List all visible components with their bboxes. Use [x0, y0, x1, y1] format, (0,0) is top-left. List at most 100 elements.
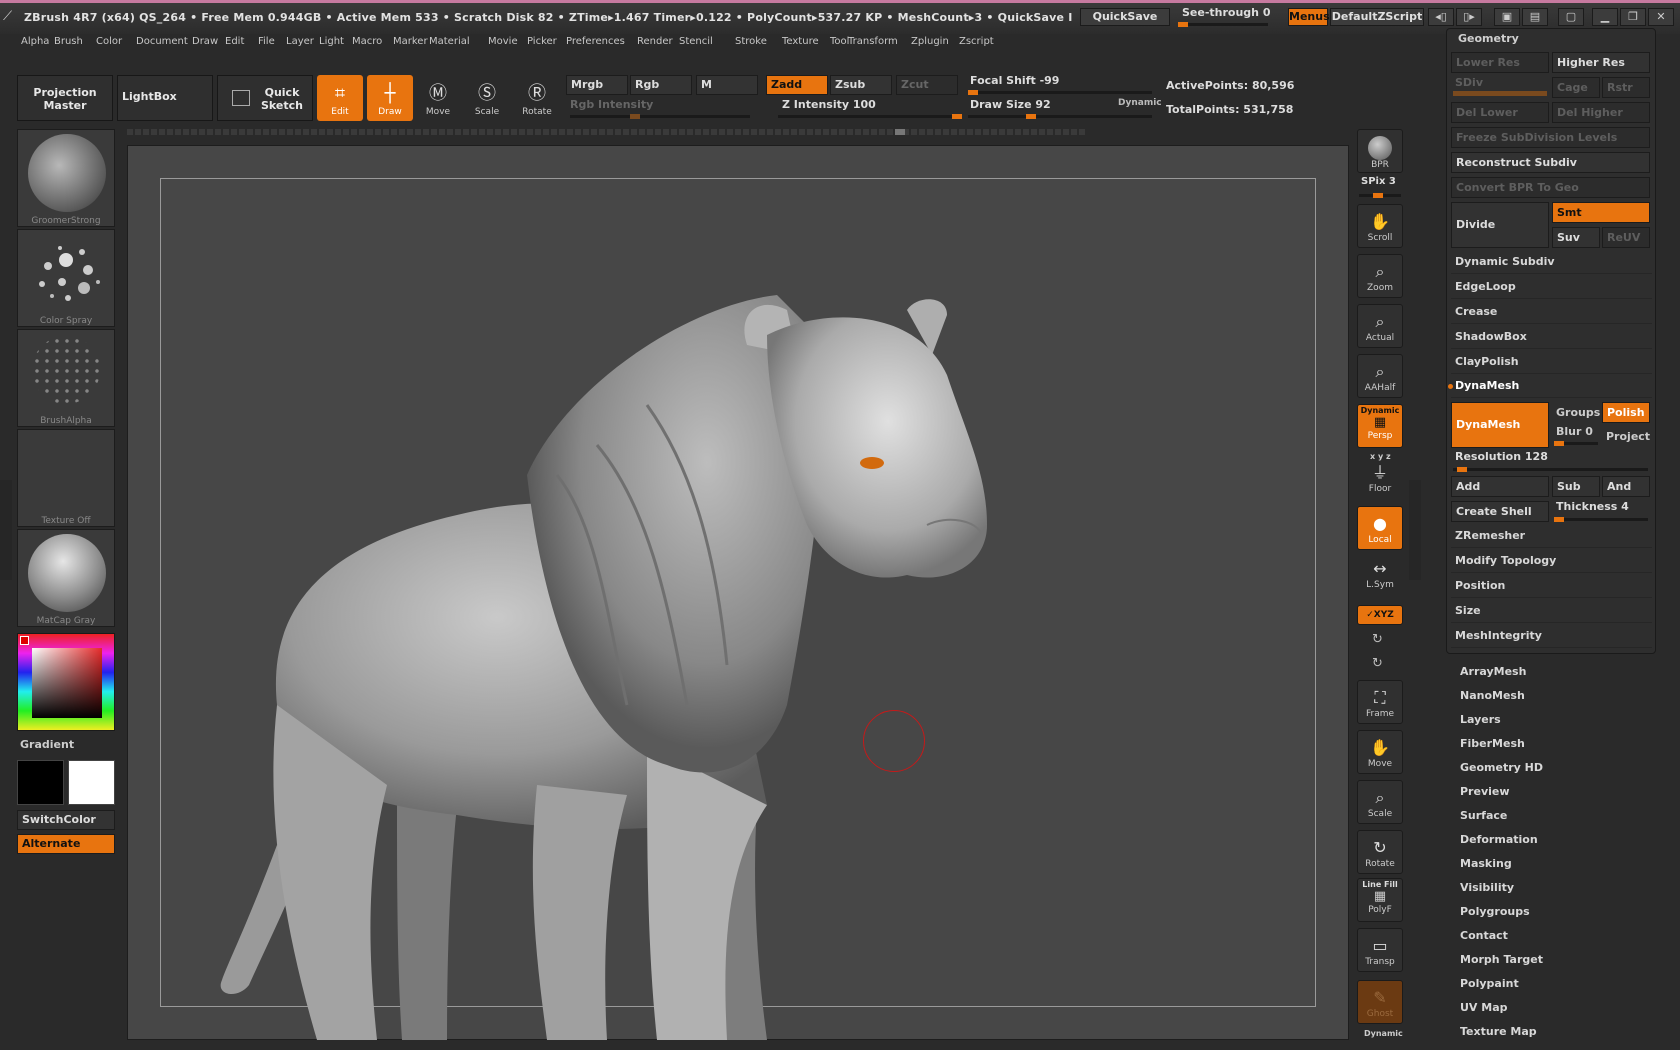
edit-button[interactable]: ⌗ Edit [317, 75, 363, 121]
subpalette-surface[interactable]: Surface [1460, 809, 1507, 822]
position-section[interactable]: Position [1451, 574, 1652, 598]
polish-toggle[interactable]: Polish [1602, 402, 1650, 423]
zadd-button[interactable]: Zadd [766, 75, 828, 95]
higher-res-button[interactable]: Higher Res [1552, 52, 1650, 73]
menu-brush[interactable]: Brush [50, 34, 87, 49]
rotate-view-button[interactable]: ↻ Rotate [1357, 830, 1403, 874]
menu-edit[interactable]: Edit [221, 34, 248, 49]
layout-b-icon[interactable]: ▤ [1522, 8, 1548, 26]
menu-stencil[interactable]: Stencil [675, 34, 717, 49]
menu-picker[interactable]: Picker [523, 34, 561, 49]
menu-stroke[interactable]: Stroke [731, 34, 771, 49]
subpalette-arraymesh[interactable]: ArrayMesh [1460, 665, 1526, 678]
floor-button[interactable]: ⏚ Floor [1357, 462, 1403, 498]
menu-layer[interactable]: Layer [282, 34, 318, 49]
divide-button[interactable]: Divide [1451, 202, 1549, 248]
lion-sculpt-model[interactable] [127, 145, 1349, 1040]
rgb-intensity-slider[interactable]: Rgb Intensity [566, 98, 756, 120]
frame-button[interactable]: ⛶ Frame [1357, 680, 1403, 724]
crease-section[interactable]: Crease [1451, 300, 1652, 324]
minimize-icon[interactable]: ▁ [1592, 8, 1618, 26]
brush-thumbnail[interactable]: GroomerStrong [17, 129, 115, 227]
subpalette-preview[interactable]: Preview [1460, 785, 1510, 798]
add-button[interactable]: Add [1451, 476, 1549, 497]
dynamesh-button[interactable]: DynaMesh [1451, 402, 1549, 448]
reuv-button[interactable]: ReUV [1602, 227, 1650, 248]
persp-button[interactable]: Dynamic ▦ Persp [1357, 404, 1403, 448]
del-lower-button[interactable]: Del Lower [1451, 102, 1549, 123]
subpalette-layers[interactable]: Layers [1460, 713, 1501, 726]
scale-view-button[interactable]: ⌕ Scale [1357, 780, 1403, 824]
move-view-button[interactable]: ✋ Move [1357, 730, 1403, 774]
subpalette-fibermesh[interactable]: FiberMesh [1460, 737, 1525, 750]
m-button[interactable]: M [696, 75, 758, 95]
scale-button[interactable]: Ⓢ Scale [464, 75, 510, 121]
geometry-header[interactable]: Geometry [1458, 32, 1519, 45]
focal-shift-slider[interactable]: Focal Shift -99 [966, 74, 1156, 96]
actual-button[interactable]: ⌕ Actual [1357, 304, 1403, 348]
menu-light[interactable]: Light [315, 34, 348, 49]
claypolish-section[interactable]: ClayPolish [1451, 350, 1652, 374]
resolution-slider[interactable]: Resolution 128 [1451, 450, 1650, 472]
and-button[interactable]: And [1602, 476, 1650, 497]
subpalette-masking[interactable]: Masking [1460, 857, 1512, 870]
menu-zscript[interactable]: Zscript [955, 34, 998, 49]
ghost-button[interactable]: ✎ Ghost [1357, 980, 1403, 1024]
lock-icon[interactable]: ▢ [1558, 8, 1584, 26]
menu-draw[interactable]: Draw [188, 34, 222, 49]
edgeloop-section[interactable]: EdgeLoop [1451, 275, 1652, 299]
menu-alpha[interactable]: Alpha [17, 34, 53, 49]
sub-button[interactable]: Sub [1552, 476, 1600, 497]
modify-topology-section[interactable]: Modify Topology [1451, 549, 1652, 573]
dynamic-subdiv-section[interactable]: Dynamic Subdiv [1451, 250, 1652, 274]
menu-movie[interactable]: Movie [484, 34, 522, 49]
projection-master-button[interactable]: Projection Master [17, 75, 113, 121]
left-tray-handle[interactable] [0, 480, 12, 580]
zoom-button[interactable]: ⌕ Zoom [1357, 254, 1403, 298]
subpalette-polygroups[interactable]: Polygroups [1460, 905, 1530, 918]
shelf-scroll-handle[interactable] [895, 129, 905, 135]
quick-sketch-button[interactable]: Quick Sketch [217, 75, 313, 121]
alpha-thumbnail[interactable]: BrushAlpha [17, 329, 115, 427]
transp-button[interactable]: ▭ Transp [1357, 928, 1403, 972]
dynamic-button[interactable]: Dynamic [1118, 98, 1162, 108]
switch-color-button[interactable]: SwitchColor [17, 810, 115, 830]
close-icon[interactable]: ✕ [1648, 8, 1674, 26]
meshintegrity-section[interactable]: MeshIntegrity [1451, 624, 1652, 648]
reconstruct-subdiv-button[interactable]: Reconstruct Subdiv [1451, 152, 1650, 173]
subpalette-visibility[interactable]: Visibility [1460, 881, 1514, 894]
menus-button[interactable]: Menus [1288, 8, 1330, 26]
lightbox-button[interactable]: LightBox [117, 75, 213, 121]
scroll-right-icon[interactable]: ▯▸ [1456, 8, 1482, 26]
menu-transform[interactable]: Transform [844, 34, 902, 49]
texture-thumbnail[interactable]: Texture Off [17, 429, 115, 527]
polyf-button[interactable]: Line Fill ▦ PolyF [1357, 878, 1403, 922]
spix-slider[interactable]: SPix 3 [1357, 176, 1403, 198]
lower-res-button[interactable]: Lower Res [1451, 52, 1549, 73]
secondary-color-swatch[interactable] [17, 760, 64, 805]
size-section[interactable]: Size [1451, 599, 1652, 623]
main-color-swatch[interactable] [68, 760, 115, 805]
menu-preferences[interactable]: Preferences [562, 34, 629, 49]
bpr-button[interactable]: BPR [1357, 129, 1403, 173]
color-picker[interactable] [17, 633, 115, 731]
groups-toggle[interactable]: Groups [1556, 406, 1600, 419]
menu-texture[interactable]: Texture [778, 34, 823, 49]
subpalette-contact[interactable]: Contact [1460, 929, 1508, 942]
menu-color[interactable]: Color [92, 34, 126, 49]
scroll-left-icon[interactable]: ◂▯ [1428, 8, 1454, 26]
quicksave-button[interactable]: QuickSave [1080, 8, 1170, 26]
menu-material[interactable]: Material [425, 34, 474, 49]
zcut-button[interactable]: Zcut [896, 75, 958, 95]
menu-zplugin[interactable]: Zplugin [907, 34, 953, 49]
subpalette-deformation[interactable]: Deformation [1460, 833, 1538, 846]
blur-slider[interactable]: Blur 0 [1552, 425, 1600, 447]
project-toggle[interactable]: Project [1606, 430, 1650, 443]
subpalette-geometry-hd[interactable]: Geometry HD [1460, 761, 1543, 774]
thickness-slider[interactable]: Thickness 4 [1552, 500, 1650, 522]
scroll-view-button[interactable]: ✋ Scroll [1357, 204, 1403, 248]
smt-toggle[interactable]: Smt [1552, 202, 1650, 223]
rotate-z-icon[interactable]: ↻ [1372, 656, 1383, 671]
layout-a-icon[interactable]: ▣ [1494, 8, 1520, 26]
z-intensity-slider[interactable]: Z Intensity 100 [776, 98, 962, 120]
